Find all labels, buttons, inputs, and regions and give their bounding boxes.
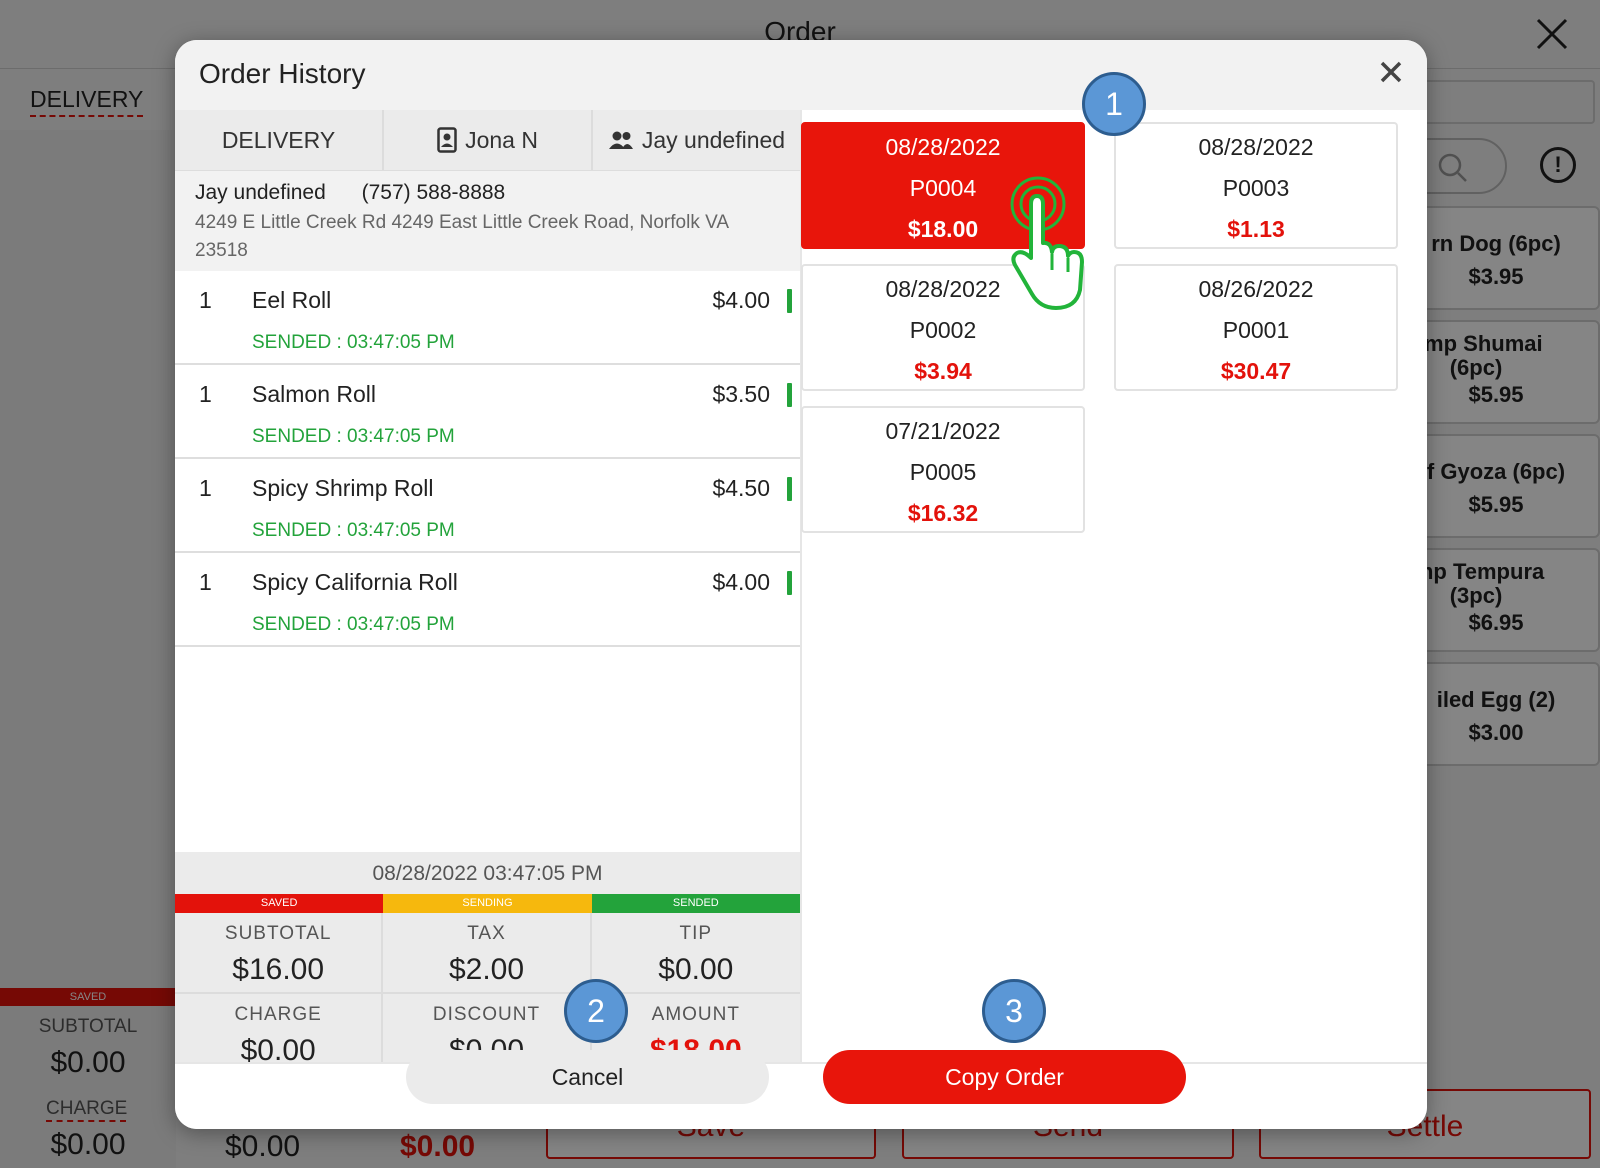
status-indicator — [787, 383, 792, 407]
status-indicator — [787, 289, 792, 313]
dialog-title: Order History — [199, 58, 366, 89]
item-status: SENDED : 03:47:05 PM — [252, 614, 455, 635]
tab-customer[interactable]: Jay undefined — [593, 110, 800, 170]
item-status: SENDED : 03:47:05 PM — [252, 426, 455, 447]
status-indicator — [787, 571, 792, 595]
users-icon — [608, 131, 633, 149]
order-card[interactable]: 08/28/2022 P0003 $1.13 — [1114, 122, 1398, 249]
customer-tab-name: Jay undefined — [641, 126, 786, 153]
status-indicator — [787, 477, 792, 501]
order-amount: $30.47 — [1220, 358, 1292, 384]
order-datetime: 08/28/2022 03:47:05 PM — [372, 862, 603, 885]
order-date: 08/28/2022 — [1198, 134, 1314, 160]
item-name: Salmon Roll — [252, 381, 376, 407]
order-info-tabs: DELIVERY Jona N Jay undefined — [175, 110, 800, 170]
order-history-dialog: Order History DELIVERY Jona N Jay undefi… — [175, 40, 1427, 1129]
subtotal-value: $16.00 — [232, 953, 325, 986]
item-qty: 1 — [199, 287, 212, 313]
discount-label: DISCOUNT — [432, 1004, 541, 1025]
status-saved: SAVED — [175, 894, 384, 913]
order-id: P0003 — [1222, 175, 1290, 201]
item-qty: 1 — [199, 569, 212, 595]
status-legend: SAVED SENDING SENDED — [175, 894, 800, 913]
dialog-header: Order History — [175, 40, 1427, 110]
tax-label: TAX — [467, 923, 506, 944]
order-amount: $16.32 — [907, 500, 979, 526]
tax-cell: TAX $2.00 — [383, 913, 592, 994]
order-date: 08/26/2022 — [1198, 276, 1314, 302]
order-card[interactable]: 08/26/2022 P0001 $30.47 — [1114, 264, 1398, 391]
customer-name: Jay undefined — [195, 181, 326, 204]
status-sended: SENDED — [591, 894, 800, 913]
step-badge-3: 3 — [982, 979, 1046, 1043]
tip-cell: TIP $0.00 — [591, 913, 800, 994]
subtotal-cell: SUBTOTAL $16.00 — [175, 913, 384, 994]
dialog-footer: Cancel Copy Order — [175, 1050, 1427, 1129]
order-amount: $1.13 — [1227, 216, 1285, 242]
order-item-list: 1 Eel Roll $4.00 SENDED : 03:47:05 PM 1 … — [175, 271, 800, 647]
subtotal-label: SUBTOTAL — [224, 923, 332, 944]
order-item[interactable]: 1 Spicy Shrimp Roll $4.50 SENDED : 03:47… — [175, 459, 800, 553]
employee-name: Jona N — [465, 126, 538, 153]
status-sending: SENDING — [383, 894, 592, 913]
order-id: P0001 — [1222, 317, 1290, 343]
tip-value: $0.00 — [658, 953, 734, 986]
item-qty: 1 — [199, 381, 212, 407]
step-badge-1: 1 — [1082, 72, 1146, 136]
order-item[interactable]: 1 Salmon Roll $3.50 SENDED : 03:47:05 PM — [175, 365, 800, 459]
item-status: SENDED : 03:47:05 PM — [252, 520, 455, 541]
item-price: $4.00 — [712, 287, 770, 313]
tab-order-type[interactable]: DELIVERY — [175, 110, 384, 170]
order-id: P0005 — [909, 459, 977, 485]
order-item[interactable]: 1 Spicy California Roll $4.00 SENDED : 0… — [175, 553, 800, 647]
tip-label: TIP — [679, 923, 713, 944]
order-card[interactable]: 07/21/2022 P0005 $16.32 — [801, 406, 1085, 533]
close-icon[interactable] — [1379, 60, 1403, 84]
item-price: $4.00 — [712, 569, 770, 595]
order-details-panel: DELIVERY Jona N Jay undefined Jay undefi… — [175, 110, 800, 1075]
cancel-button[interactable]: Cancel — [406, 1050, 769, 1104]
panel-divider — [800, 110, 802, 1062]
item-status: SENDED : 03:47:05 PM — [252, 332, 455, 353]
tab-employee[interactable]: Jona N — [384, 110, 593, 170]
customer-address: 4249 E Little Creek Rd 4249 East Little … — [195, 212, 728, 261]
item-name: Spicy California Roll — [252, 569, 458, 595]
pointing-hand-icon — [1010, 176, 1084, 310]
item-name: Spicy Shrimp Roll — [252, 475, 434, 501]
tax-value: $2.00 — [448, 953, 525, 986]
step-badge-2: 2 — [564, 979, 628, 1043]
order-summary: 08/28/2022 03:47:05 PM SAVED SENDING SEN… — [175, 852, 800, 1075]
customer-info: Jay undefined (757) 588-8888 4249 E Litt… — [175, 170, 800, 271]
order-date: 08/28/2022 — [885, 134, 1001, 160]
customer-phone: (757) 588-8888 — [361, 181, 506, 204]
item-price: $4.50 — [712, 475, 770, 501]
order-item[interactable]: 1 Eel Roll $4.00 SENDED : 03:47:05 PM — [175, 271, 800, 365]
item-qty: 1 — [199, 475, 212, 501]
order-type-label: DELIVERY — [221, 126, 336, 153]
charge-label: CHARGE — [234, 1004, 322, 1025]
id-badge-icon — [437, 127, 457, 153]
item-name: Eel Roll — [252, 287, 332, 313]
item-price: $3.50 — [712, 381, 770, 407]
order-date: 07/21/2022 — [885, 418, 1001, 444]
order-id: P0002 — [909, 317, 977, 343]
order-amount: $3.94 — [914, 358, 972, 384]
copy-order-button[interactable]: Copy Order — [823, 1050, 1186, 1104]
